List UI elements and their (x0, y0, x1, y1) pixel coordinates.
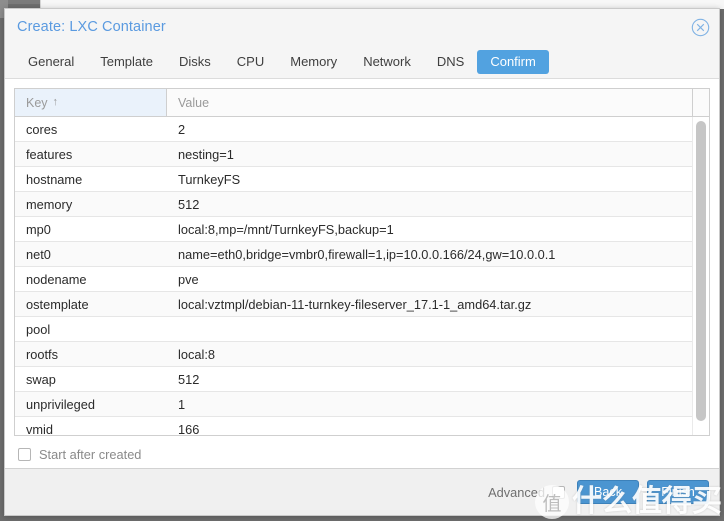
grid-vertical-scrollbar[interactable] (692, 117, 709, 435)
grid-body: cores 2 features nesting=1 hostname Turn… (15, 117, 709, 435)
row-value: local:vztmpl/debian-11-turnkey-fileserve… (178, 296, 532, 312)
row-key: vmid (26, 421, 54, 436)
table-row[interactable]: hostname TurnkeyFS (15, 167, 693, 192)
column-header-value[interactable]: Value (167, 89, 693, 116)
row-key: rootfs (26, 346, 59, 362)
row-key: pool (26, 321, 51, 337)
row-value: pve (178, 271, 199, 287)
grid-rows: cores 2 features nesting=1 hostname Turn… (15, 117, 693, 435)
table-row[interactable]: memory 512 (15, 192, 693, 217)
table-row[interactable]: swap 512 (15, 367, 693, 392)
table-row[interactable]: features nesting=1 (15, 142, 693, 167)
grid-header-row: Key ↑ Value (15, 89, 709, 117)
start-after-created-row: Start after created (5, 436, 719, 462)
advanced-label: Advanced (488, 484, 545, 500)
table-row[interactable]: pool (15, 317, 693, 342)
back-button[interactable]: Back (577, 480, 639, 504)
table-row[interactable]: ostemplate local:vztmpl/debian-11-turnke… (15, 292, 693, 317)
row-key: mp0 (26, 221, 51, 237)
column-header-key-label: Key (26, 95, 48, 110)
finish-button[interactable]: Finish (647, 480, 709, 504)
row-key: cores (26, 121, 58, 137)
dialog-footer: Advanced Back Finish (5, 469, 719, 515)
tab-general[interactable]: General (15, 50, 87, 74)
row-key: nodename (26, 271, 87, 287)
row-key: hostname (26, 171, 83, 187)
tab-disks[interactable]: Disks (166, 50, 224, 74)
row-key: net0 (26, 246, 51, 262)
row-value: 166 (178, 421, 200, 436)
summary-grid: Key ↑ Value cores 2 features nesting=1 h… (14, 88, 710, 436)
table-row[interactable]: mp0 local:8,mp=/mnt/TurnkeyFS,backup=1 (15, 217, 693, 242)
dialog-title: Create: LXC Container (17, 19, 166, 35)
row-value: 512 (178, 371, 200, 387)
table-row[interactable]: rootfs local:8 (15, 342, 693, 367)
column-header-spacer (693, 89, 709, 116)
start-after-created-checkbox[interactable] (18, 448, 31, 461)
row-value: local:8,mp=/mnt/TurnkeyFS,backup=1 (178, 221, 394, 237)
row-value (167, 317, 693, 341)
table-row[interactable]: cores 2 (15, 117, 693, 142)
create-lxc-container-dialog: Create: LXC Container General Template D… (4, 8, 720, 516)
close-icon[interactable] (691, 18, 710, 37)
table-row[interactable]: nodename pve (15, 267, 693, 292)
row-value: nesting=1 (178, 146, 234, 162)
row-key: ostemplate (26, 296, 89, 312)
row-key: swap (26, 371, 56, 387)
table-row[interactable]: unprivileged 1 (15, 392, 693, 417)
table-row[interactable]: vmid 166 (15, 417, 693, 435)
tab-network[interactable]: Network (350, 50, 424, 74)
row-key: features (26, 146, 73, 162)
row-value: TurnkeyFS (178, 171, 241, 187)
row-value: 2 (178, 121, 186, 137)
tab-template[interactable]: Template (87, 50, 166, 74)
start-after-created-label: Start after created (39, 447, 142, 462)
row-key: memory (26, 196, 73, 212)
tab-memory[interactable]: Memory (277, 50, 350, 74)
advanced-toggle[interactable]: Advanced (488, 485, 565, 500)
tab-confirm[interactable]: Confirm (477, 49, 549, 74)
dialog-titlebar: Create: LXC Container (5, 9, 719, 45)
dialog-body: Key ↑ Value cores 2 features nesting=1 h… (5, 78, 719, 469)
column-header-value-label: Value (178, 95, 210, 110)
column-header-key[interactable]: Key ↑ (15, 89, 167, 116)
grid-scrollbar-thumb[interactable] (696, 121, 706, 421)
advanced-checkbox[interactable] (552, 485, 565, 499)
row-value: local:8 (178, 346, 215, 362)
wizard-tabbar: General Template Disks CPU Memory Networ… (5, 45, 719, 78)
tab-dns[interactable]: DNS (424, 50, 477, 74)
row-value: name=eth0,bridge=vmbr0,firewall=1,ip=10.… (178, 246, 556, 262)
sort-ascending-icon: ↑ (52, 96, 59, 108)
table-row[interactable]: net0 name=eth0,bridge=vmbr0,firewall=1,i… (15, 242, 693, 267)
row-key: unprivileged (26, 396, 96, 412)
row-value: 1 (178, 396, 186, 412)
screen: Create: LXC Container General Template D… (0, 0, 724, 521)
row-value: 512 (178, 196, 200, 212)
tab-cpu[interactable]: CPU (224, 50, 277, 74)
